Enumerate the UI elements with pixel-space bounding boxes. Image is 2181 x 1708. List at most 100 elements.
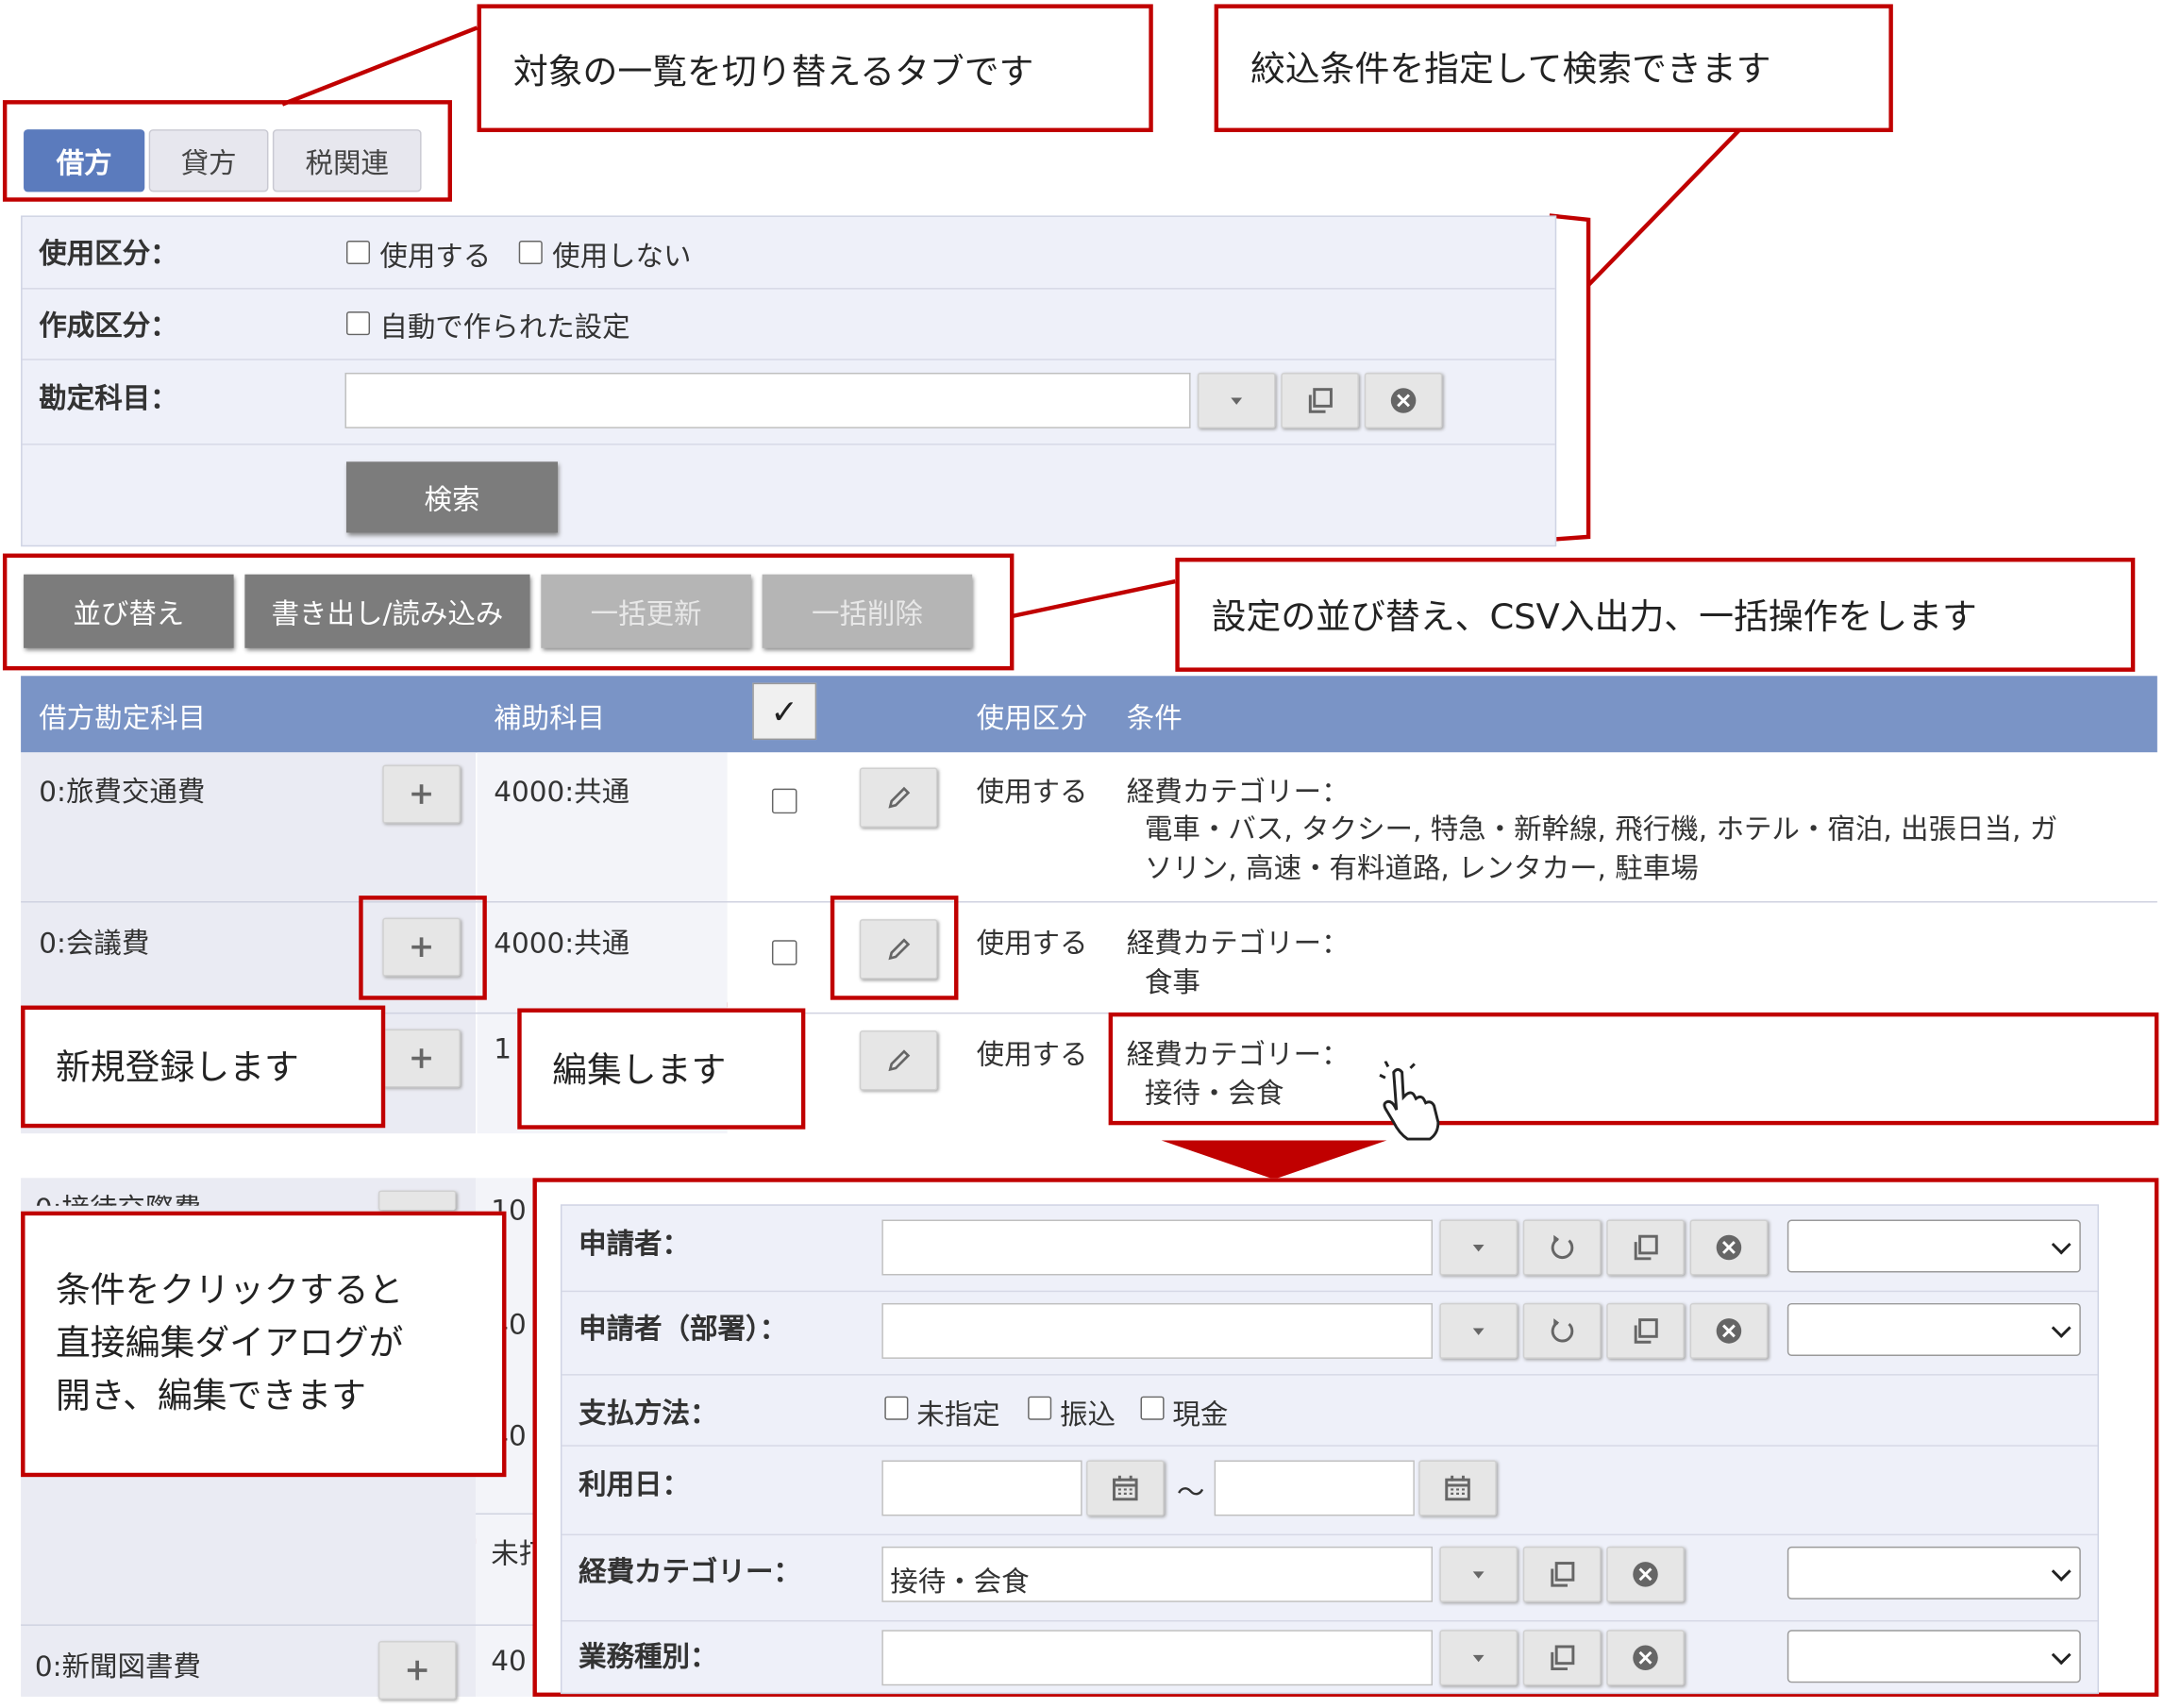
create-auto-checkbox[interactable] [345,311,371,336]
category-condition-select[interactable] [1787,1546,2081,1599]
pencil-icon [888,786,911,808]
chevron-down-icon [1472,1245,1485,1252]
row1-account: 0:旅費交通費 [39,774,206,809]
row2-checkbox[interactable] [771,940,797,965]
row1-sub: 4000:共通 [494,774,630,809]
applicant-condition-select[interactable] [1787,1219,2081,1273]
date-to-input[interactable] [1214,1460,1415,1516]
tab-credit[interactable]: 貸方 [148,129,269,193]
applicant-dropdown-button[interactable] [1439,1219,1518,1276]
export-import-button[interactable]: 書き出し/読み込み [244,574,530,648]
plus-icon [411,784,431,804]
search-button[interactable]: 検索 [345,461,558,533]
pay-unspecified-label: 未指定 [916,1398,1000,1432]
business-copy-button[interactable] [1522,1630,1602,1686]
dialog-category-label: 経費カテゴリー： [579,1554,801,1589]
pay-transfer-checkbox[interactable] [1028,1396,1052,1420]
row2-cond-title[interactable]: 経費カテゴリー： [1127,921,1350,962]
date-range-tilde: ～ [1176,1475,1205,1510]
edit-button-highlight [830,896,959,1000]
callout-dialog-line2: 直接編集ダイアログが [55,1322,404,1364]
dialog-date-label: 利用日： [579,1466,691,1501]
dept-reset-button[interactable] [1522,1302,1602,1359]
account-label: 勘定科目： [39,380,178,415]
clear-icon [1390,388,1417,413]
account-dropdown-button[interactable] [1197,372,1276,428]
dialog-applicant-label: 申請者： [579,1226,691,1261]
business-dropdown-button[interactable] [1439,1630,1518,1686]
applicant-clear-button[interactable] [1689,1219,1769,1276]
chevron-down-icon [1472,1328,1485,1335]
dept-input[interactable] [881,1302,1434,1359]
pencil-icon [888,1048,911,1071]
usage-label: 使用区分： [39,236,178,270]
dept-copy-button[interactable] [1606,1302,1685,1359]
category-copy-button[interactable] [1522,1546,1602,1602]
copy-icon [1551,1645,1575,1671]
applicant-input[interactable] [881,1219,1434,1276]
plus-icon [407,1660,428,1681]
clear-icon [1716,1318,1742,1344]
row1-add-button[interactable] [382,764,461,824]
copy-icon [1634,1234,1658,1261]
tab-debit[interactable]: 借方 [24,129,145,193]
dept-condition-select[interactable] [1787,1302,2081,1356]
sort-button[interactable]: 並び替え [24,574,234,648]
callout-tabs: 対象の一覧を切り替えるタブです [477,4,1153,133]
callout-add: 新規登録します [21,1005,386,1129]
category-input[interactable]: 接待・会食 [881,1546,1434,1602]
pay-unspecified-checkbox[interactable] [884,1396,909,1420]
dept-clear-button[interactable] [1689,1302,1769,1359]
date-to-calendar-button[interactable] [1418,1460,1497,1516]
account-copy-button[interactable] [1281,372,1359,428]
chevron-down-icon [1231,397,1243,405]
header-usage: 使用区分 [976,700,1088,735]
row1-checkbox[interactable] [771,788,797,814]
row3-cond-title[interactable]: 経費カテゴリー： [1127,1032,1350,1073]
usage-use-checkbox[interactable] [345,240,371,265]
account-clear-button[interactable] [1364,372,1443,428]
date-from-calendar-button[interactable] [1086,1460,1165,1516]
bulk-update-button[interactable]: 一括更新 [541,574,751,648]
bulk-delete-button[interactable]: 一括削除 [762,574,973,648]
business-clear-button[interactable] [1606,1630,1685,1686]
applicant-reset-button[interactable] [1522,1219,1602,1276]
create-auto-label: 自動で作られた設定 [379,310,630,344]
applicant-copy-button[interactable] [1606,1219,1685,1276]
date-from-input[interactable] [881,1460,1082,1516]
tab-tax[interactable]: 税関連 [272,129,422,193]
row1-cond-line2[interactable]: ソリン, 高速・有料道路, レンタカー, 駐車場 [1145,846,1699,886]
business-input[interactable] [881,1630,1434,1686]
callout-dialog-line3: 開き、編集できます [55,1375,367,1416]
dept-dropdown-button[interactable] [1439,1302,1518,1359]
down-arrow-icon [1161,1140,1387,1180]
lower-last-add-button[interactable] [377,1641,457,1700]
row3-usage: 使用する [976,1037,1088,1071]
callout-search-text: 絞込条件を指定して検索できます [1250,48,1771,90]
business-condition-select[interactable] [1787,1630,2081,1683]
account-input[interactable] [344,372,1191,428]
row1-cond-line1[interactable]: 電車・バス, タクシー, 特急・新幹線, 飛行機, ホテル・宿泊, 出張日当, … [1145,807,2057,847]
lower-last-sub: 40 [491,1644,527,1678]
callout-dialog-line1: 条件をクリックすると [55,1269,404,1311]
category-clear-button[interactable] [1606,1546,1685,1602]
callout-edit: 編集します [517,1008,806,1130]
row1-cond-title[interactable]: 経費カテゴリー： [1127,769,1350,810]
row1-edit-button[interactable] [859,767,938,828]
row2-cond-line1[interactable]: 食事 [1145,960,1200,1000]
usage-unused-checkbox[interactable] [518,240,543,265]
row3-cond-line1[interactable]: 接待・会食 [1145,1071,1283,1112]
pay-cash-label: 現金 [1172,1398,1229,1432]
header-account: 借方勘定科目 [39,700,207,735]
dialog-payment-label: 支払方法： [579,1396,718,1431]
callout-tabs-text: 対象の一覧を切り替えるタブです [512,51,1034,92]
row3-add-button[interactable] [382,1029,461,1088]
usage-use-label: 使用する [379,239,492,273]
category-dropdown-button[interactable] [1439,1546,1518,1602]
select-all-checkbox[interactable]: ✓ [752,682,817,741]
pay-cash-checkbox[interactable] [1140,1396,1165,1420]
usage-unused-label: 使用しない [552,239,692,273]
row3-edit-button[interactable] [859,1030,938,1091]
lower-add-button[interactable] [377,1190,457,1211]
clear-icon [1633,1645,1658,1671]
